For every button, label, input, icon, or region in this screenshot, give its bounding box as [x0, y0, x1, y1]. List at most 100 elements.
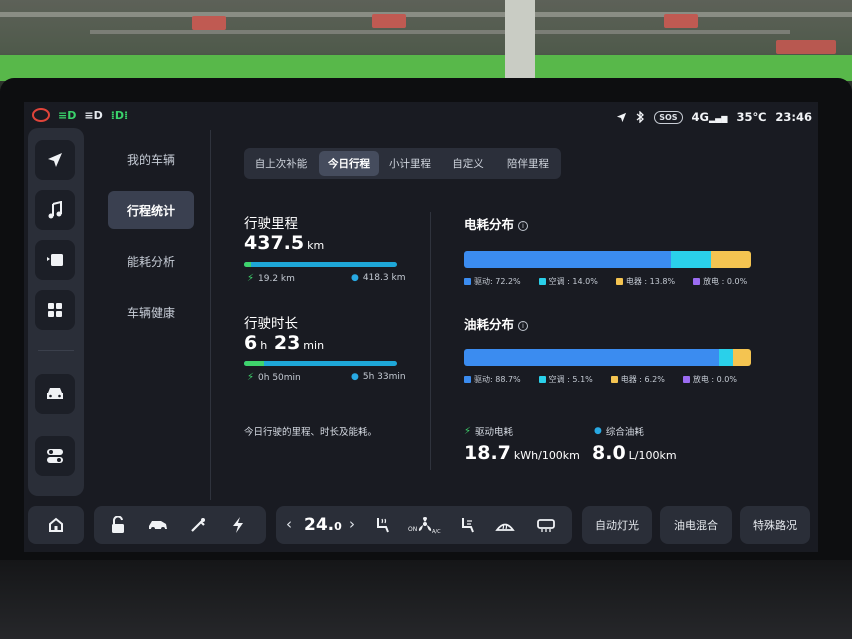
seat-vent-button[interactable] [456, 514, 478, 536]
legend-swatch [464, 278, 471, 285]
seat-heat-icon [377, 518, 389, 533]
electric-consumption-number: 18.7 [464, 442, 511, 464]
fuel-segment-0 [464, 349, 719, 366]
bolt-icon: ⚡ [464, 425, 472, 437]
charge-bolt-icon [233, 517, 243, 533]
duration-hours: 6 [244, 332, 258, 354]
home-button[interactable] [28, 506, 84, 544]
legend-swatch [610, 376, 618, 383]
svg-text:ON: ON [408, 526, 417, 533]
settings-toggle-button[interactable] [35, 436, 75, 476]
music-icon [48, 201, 62, 219]
legend-swatch [538, 278, 546, 285]
trunk-button[interactable] [147, 514, 169, 536]
location-arrow-icon [617, 112, 627, 122]
rear-defrost-button[interactable] [535, 514, 557, 536]
fuel-legend-label: 电器 : 6.2% [620, 375, 665, 384]
electric-consumption-unit: kWh/100km [513, 449, 580, 462]
fuel-consumption-label-text: 综合油耗 [605, 427, 644, 438]
dashboard-trim [0, 560, 852, 639]
electric-distribution-title: 电耗分布 i [464, 214, 529, 233]
menu-item-my-vehicle[interactable]: 我的车辆 [108, 140, 194, 178]
duration-value: 6h 23 min [244, 332, 324, 354]
headlight-icon: ≡D [84, 108, 103, 122]
fuel-cap-button[interactable] [187, 514, 209, 536]
car-icon [47, 388, 63, 399]
electric-distribution-bar [464, 251, 751, 268]
navigation-icon [48, 153, 62, 167]
unlock-icon [112, 516, 124, 533]
fuel-legend-item: 空调 : 5.1% [538, 374, 593, 385]
duration-electric-value: 0h 50min [258, 372, 301, 383]
charge-port-button[interactable] [227, 514, 249, 536]
tab-companion-mileage[interactable]: 陪伴里程 [500, 151, 556, 176]
auto-headlight-button[interactable]: 自动灯光 [582, 506, 652, 544]
special-road-button[interactable]: 特殊路况 [740, 506, 810, 544]
electric-legend-label: 驱动: 72.2% [474, 277, 521, 286]
fuel-consumption-unit: L/100km [628, 449, 677, 462]
fuel-nozzle-icon [191, 518, 205, 532]
electric-segment-2 [711, 251, 751, 268]
seat-heat-button[interactable] [371, 514, 393, 536]
distance-bar [244, 262, 397, 267]
sos-badge[interactable]: SOS [654, 110, 683, 124]
legend-swatch [682, 376, 690, 383]
electric-distribution-legend: 驱动: 72.2% 空调 : 14.0% 电器 : 13.8% 放电 : 0.0% [464, 276, 747, 287]
tab-subtotal[interactable]: 小计里程 [384, 151, 436, 176]
duration-electric-bar [244, 361, 264, 366]
temp-up-button[interactable]: › [349, 515, 355, 533]
temp-down-button[interactable]: ‹ [286, 515, 292, 533]
legend-swatch [693, 278, 701, 285]
stats-divider [430, 212, 431, 470]
electric-legend-label: 放电 : 0.0% [703, 277, 748, 286]
duration-bar [244, 361, 397, 366]
fuel-segment-1 [718, 349, 734, 366]
electric-legend-item: 空调 : 14.0% [538, 276, 598, 287]
fan-ac-button[interactable]: ON A/C [408, 514, 442, 536]
clock: 23:46 [775, 110, 812, 124]
unlock-button[interactable] [107, 514, 129, 536]
info-icon[interactable]: i [518, 221, 529, 231]
network-label: 4G [691, 110, 709, 124]
electric-segment-0 [464, 251, 672, 268]
fan-ac-icon: ON A/C [408, 517, 441, 534]
fuel-consumption-value: 8.0 L/100km [592, 442, 677, 464]
panel-divider [210, 130, 211, 500]
navigation-button[interactable] [35, 140, 75, 180]
fuel-legend-label: 空调 : 5.1% [548, 375, 593, 384]
fuel-consumption-label: ● 综合油耗 [594, 424, 644, 438]
fuel-legend-label: 驱动: 88.7% [474, 375, 521, 384]
electric-consumption-value: 18.7 kWh/100km [464, 442, 580, 464]
duration-fuel: ● 5h 33min [351, 372, 406, 382]
front-defrost-button[interactable] [494, 514, 516, 536]
music-button[interactable] [35, 190, 75, 230]
svg-text:A/C: A/C [432, 529, 441, 534]
sidebar-divider [38, 350, 74, 351]
legend-swatch [464, 376, 471, 383]
apps-grid-icon [48, 303, 62, 317]
bluetooth-icon [636, 111, 645, 123]
vehicle-button[interactable] [35, 374, 75, 414]
hybrid-mode-button[interactable]: 油电混合 [660, 506, 732, 544]
distance-fuel: ● 418.3 km [351, 273, 405, 283]
distance-electric: ⚡ 19.2 km [247, 273, 295, 284]
trip-note: 今日行驶的里程、时长及能耗。 [244, 427, 378, 438]
fuel-drop-icon: ● [351, 372, 359, 382]
video-button[interactable] [35, 240, 75, 280]
fuel-distribution-label: 油耗分布 [464, 317, 515, 332]
tab-custom[interactable]: 自定义 [442, 151, 494, 176]
menu-item-trip-stats[interactable]: 行程统计 [108, 191, 194, 229]
apps-button[interactable] [35, 290, 75, 330]
tab-since-last-charge[interactable]: 自上次补能 [248, 151, 314, 176]
duration-electric: ⚡ 0h 50min [247, 372, 301, 383]
menu-item-vehicle-health[interactable]: 车辆健康 [108, 293, 194, 331]
vehicle-controls-group [94, 506, 266, 544]
trip-tabs: 自上次补能 今日行程 小计里程 自定义 陪伴里程 [244, 148, 561, 179]
car-trunk-icon [149, 521, 167, 531]
info-icon[interactable]: i [518, 321, 529, 331]
distance-title: 行驶里程 [244, 216, 298, 232]
menu-item-energy-analysis[interactable]: 能耗分析 [108, 242, 194, 280]
fuel-legend-item: 电器 : 6.2% [610, 374, 665, 385]
duration-m-unit: min [303, 339, 325, 352]
tab-today[interactable]: 今日行程 [319, 151, 379, 176]
